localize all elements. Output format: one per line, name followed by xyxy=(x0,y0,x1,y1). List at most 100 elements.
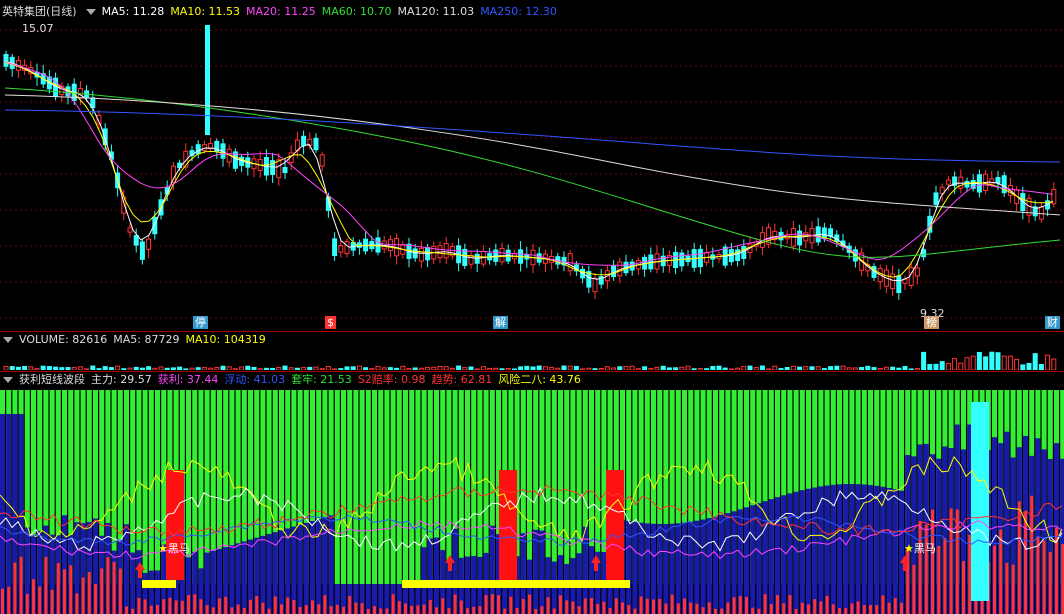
event-marker-2[interactable]: 解 xyxy=(493,316,508,329)
volume-bar xyxy=(797,366,803,370)
indicator-bar xyxy=(881,595,885,614)
volume-bar xyxy=(1038,363,1044,370)
volume-chart[interactable] xyxy=(0,348,1064,370)
indicator-bar xyxy=(788,594,792,614)
indicator-bar xyxy=(837,484,842,614)
indicator-bar xyxy=(912,564,916,614)
volume-bar xyxy=(524,365,530,370)
indicator-bar xyxy=(0,414,5,614)
indicator-bar xyxy=(403,390,408,584)
indicator-bar xyxy=(174,600,178,614)
volume-bar xyxy=(865,365,871,370)
candle-body xyxy=(797,230,803,246)
indicator-bar xyxy=(415,390,421,584)
candle-body xyxy=(146,238,152,250)
indicator-bar xyxy=(410,605,414,614)
indicator-bar xyxy=(378,390,384,584)
volume-bar xyxy=(679,366,685,370)
indicator-bar xyxy=(694,520,700,614)
volume-bar xyxy=(710,366,716,370)
indicator-bar xyxy=(639,596,643,614)
candle-body xyxy=(592,277,598,293)
volume-bar xyxy=(9,366,15,370)
candle-body xyxy=(319,154,325,167)
volume-bar xyxy=(598,367,604,370)
indicator-bar xyxy=(850,603,854,614)
volume-bar xyxy=(902,365,908,370)
volume-bar xyxy=(239,366,245,370)
indicator-bar xyxy=(211,607,215,614)
volume-bar xyxy=(790,365,796,370)
indicator-bar xyxy=(799,490,805,614)
volume-bar xyxy=(995,352,1001,370)
volume-bar xyxy=(307,366,313,370)
volume-bar xyxy=(115,365,121,370)
indicator-bar xyxy=(230,607,234,614)
volume-bar xyxy=(77,366,83,370)
volume-bar xyxy=(964,357,970,370)
indicator-bar xyxy=(44,556,48,614)
candle-body xyxy=(474,253,480,264)
chevron-down-icon[interactable] xyxy=(3,336,13,343)
indicator-bar xyxy=(849,484,855,614)
volume-bar xyxy=(759,365,765,370)
indicator-bar xyxy=(583,598,587,614)
volume-bar xyxy=(1045,354,1051,370)
indicator-bar xyxy=(13,562,17,614)
indicator-bar xyxy=(465,390,470,584)
candle-body xyxy=(468,254,474,265)
indicator-bar xyxy=(56,563,60,614)
candle-body xyxy=(995,177,1001,184)
indicator-bar xyxy=(700,519,706,614)
indicator-bar xyxy=(379,608,383,614)
indicator-bar xyxy=(757,608,761,614)
event-marker-1[interactable]: $ xyxy=(325,316,336,329)
indicator-bar xyxy=(819,601,823,614)
indicator-bar xyxy=(533,529,539,614)
indicator-bar xyxy=(156,604,159,614)
volume-bar xyxy=(96,368,102,370)
volume-bar xyxy=(821,368,827,370)
indicator-bar xyxy=(218,598,221,614)
indicator-bar xyxy=(317,604,321,614)
indicator-bar xyxy=(125,606,128,614)
signal-bar xyxy=(606,470,624,580)
indicator-bar xyxy=(539,530,545,614)
volume-bar xyxy=(611,367,617,370)
indicator-bar xyxy=(825,595,829,614)
indicator-bar xyxy=(297,524,303,614)
indicator-bar xyxy=(260,535,266,614)
volume-bar xyxy=(735,367,741,370)
indicator-bar xyxy=(404,603,407,614)
event-marker-3[interactable]: 榜 xyxy=(924,316,939,329)
indicator-bar xyxy=(509,596,513,614)
indicator-bar xyxy=(348,596,352,614)
indicator-title[interactable]: 获利短线波段 xyxy=(19,373,85,386)
star-icon: ★ xyxy=(904,542,914,555)
indicator-bar xyxy=(658,598,662,614)
volume-bar xyxy=(952,358,958,370)
indicator-bar xyxy=(719,514,725,614)
risk-bar xyxy=(971,402,989,601)
candle-body xyxy=(313,137,319,151)
volume-bar xyxy=(772,365,778,370)
indicator-bar xyxy=(781,495,787,614)
candle-body xyxy=(499,248,505,263)
volume-bar xyxy=(65,367,71,370)
volume-bar xyxy=(139,367,145,370)
price-chart[interactable] xyxy=(0,0,1064,330)
indicator-bar xyxy=(266,534,272,614)
volume-bar xyxy=(232,368,238,370)
indicator-bar xyxy=(280,604,283,614)
indicator-bar xyxy=(242,608,246,614)
indicator-bar xyxy=(149,605,153,614)
candle-body xyxy=(338,245,344,253)
event-marker-0[interactable]: 停 xyxy=(193,316,208,329)
chevron-down-icon[interactable] xyxy=(3,376,13,383)
volume-bar xyxy=(350,366,356,370)
indicator-chart[interactable] xyxy=(0,390,1064,614)
indicator-bar xyxy=(187,594,190,614)
indicator-bar xyxy=(75,593,79,614)
event-marker-4[interactable]: 财 xyxy=(1045,316,1060,329)
volume-bar xyxy=(468,366,474,370)
